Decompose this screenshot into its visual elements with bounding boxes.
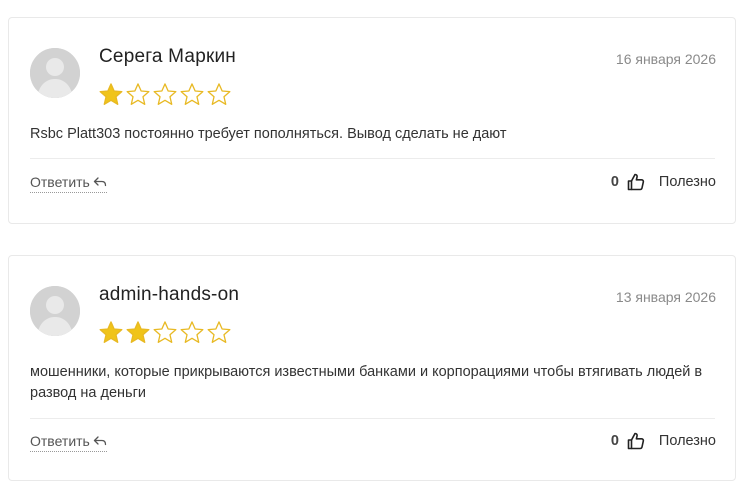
review-card: Серега Маркин 16 января 2026 Rsbc Platt3… <box>8 17 736 224</box>
divider <box>30 418 715 419</box>
useful-label: Полезно <box>658 433 716 449</box>
review-date: 13 января 2026 <box>615 289 716 305</box>
star-filled-icon <box>99 83 123 105</box>
reply-label: Ответить <box>30 433 90 449</box>
like-button[interactable] <box>627 432 645 450</box>
star-empty-icon <box>126 83 150 105</box>
user-avatar-icon <box>30 48 80 98</box>
star-empty-icon <box>207 83 231 105</box>
useful-count: 0 <box>610 433 619 449</box>
rating-stars <box>98 82 232 108</box>
reply-button[interactable]: Ответить <box>30 174 107 193</box>
reply-arrow-icon <box>93 177 106 187</box>
useful-block: 0 Полезно <box>611 173 716 191</box>
reply-label: Ответить <box>30 174 90 190</box>
divider <box>30 158 715 159</box>
reply-arrow-icon <box>93 436 106 446</box>
star-filled-icon <box>126 321 150 343</box>
review-text: Rsbc Platt303 постоянно требует пополнят… <box>30 126 507 142</box>
useful-count: 0 <box>610 174 619 190</box>
rating-stars <box>98 320 232 346</box>
star-empty-icon <box>153 83 177 105</box>
review-text: мошенники, которые прикрываются известны… <box>30 364 703 401</box>
review-card: admin-hands-on 13 января 2026 мошенники,… <box>8 255 736 481</box>
review-author: admin-hands-on <box>99 284 240 305</box>
star-empty-icon <box>207 321 231 343</box>
review-date: 16 января 2026 <box>615 51 716 67</box>
star-empty-icon <box>153 321 177 343</box>
thumbs-up-icon <box>627 173 645 191</box>
star-filled-icon <box>99 321 123 343</box>
avatar <box>30 286 80 336</box>
star-empty-icon <box>180 321 204 343</box>
user-avatar-icon <box>30 286 80 336</box>
reply-button[interactable]: Ответить <box>30 433 107 452</box>
thumbs-up-icon <box>627 432 645 450</box>
star-empty-icon <box>180 83 204 105</box>
avatar <box>30 48 80 98</box>
review-author: Серега Маркин <box>99 46 236 67</box>
useful-label: Полезно <box>658 174 716 190</box>
useful-block: 0 Полезно <box>611 432 716 450</box>
like-button[interactable] <box>627 173 645 191</box>
